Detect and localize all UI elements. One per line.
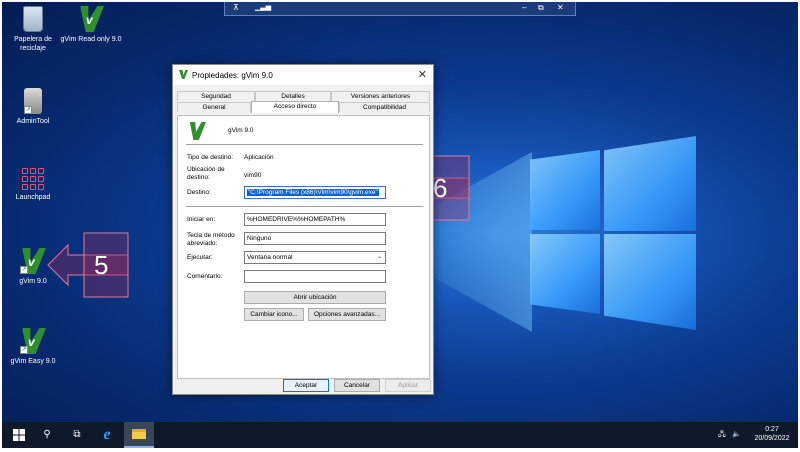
tab-versiones-anteriores[interactable]: Versiones anteriores xyxy=(331,91,430,101)
callout-number: 5 xyxy=(94,250,109,280)
clock-date: 20/09/2022 xyxy=(754,435,790,442)
taskbar: ⚲ ⧉ e 🖧 🔈 0:27 20/09/2022 xyxy=(2,422,798,448)
comentario-label: Comentario: xyxy=(187,273,223,280)
shortcut-tab-panel: gVim 9.0 Tipo de destino: Aplicación Ubi… xyxy=(177,115,430,379)
desktop-icon-recycle-bin[interactable]: Papelera de reciclaje xyxy=(2,6,64,53)
tipo-destino-label: Tipo de destino: xyxy=(187,154,234,161)
tab-acceso-directo[interactable]: Acceso directo xyxy=(251,101,339,113)
admintool-icon: ↗ xyxy=(24,88,42,114)
desktop-icon-gvim-easy[interactable]: v ↗ gVim Easy 9.0 xyxy=(2,328,64,366)
ejecutar-label: Ejecutar: xyxy=(187,254,213,261)
wallpaper-pane xyxy=(530,234,600,314)
desktop-icon-label: gVim 9.0 xyxy=(19,278,47,285)
dialog-title: Propiedades: gVim 9.0 xyxy=(192,71,273,80)
close-icon[interactable]: ✕ xyxy=(557,3,564,12)
tab-detalles[interactable]: Detalles xyxy=(255,91,331,101)
task-view-button[interactable]: ⧉ xyxy=(62,422,92,448)
callout-step-5: 5 xyxy=(46,232,130,298)
launchpad-icon xyxy=(22,168,44,190)
internet-explorer-icon: e xyxy=(103,426,111,443)
tab-compatibilidad[interactable]: Compatibilidad xyxy=(339,102,430,112)
destino-field[interactable]: "C:\Program Files (x86)\Vim\vim90\gvim.e… xyxy=(244,186,386,199)
destino-label: Destino: xyxy=(187,189,211,196)
tab-row-bottom: General Acceso directo Compatibilidad xyxy=(177,101,430,113)
app-name: gVim 9.0 xyxy=(228,127,254,134)
abrir-ubicacion-button[interactable]: Abrir ubicación xyxy=(244,291,386,304)
aceptar-button[interactable]: Aceptar xyxy=(283,379,329,392)
callout-arrow-shape xyxy=(47,232,129,298)
desktop-icon-admintool[interactable]: ↗ AdminTool xyxy=(2,88,64,126)
minimize-icon[interactable]: – xyxy=(522,3,526,12)
callout-number: 6 xyxy=(433,173,448,203)
gvim-icon xyxy=(189,122,206,140)
task-view-icon: ⧉ xyxy=(73,429,81,440)
volume-icon[interactable]: 🔈 xyxy=(732,430,741,438)
iniciar-en-field[interactable]: %HOMEDRIVE%%HOMEPATH% xyxy=(244,213,386,226)
ejecutar-select[interactable]: Ventana normal ⌄ xyxy=(244,251,386,264)
clock-time: 0:27 xyxy=(765,426,779,433)
gvim-icon xyxy=(179,70,188,79)
tecla-metodo-label: Tecla de método abreviado: xyxy=(187,232,235,247)
search-icon: ⚲ xyxy=(43,429,51,440)
iniciar-en-value: %HOMEDRIVE%%HOMEPATH% xyxy=(247,216,346,223)
ejecutar-value: Ventana normal xyxy=(247,254,293,261)
tipo-destino-value: Aplicación xyxy=(244,154,274,161)
search-button[interactable]: ⚲ xyxy=(32,422,62,448)
divider xyxy=(186,144,423,145)
pin-icon[interactable]: ⊼ xyxy=(233,3,239,12)
wallpaper-pane xyxy=(604,234,696,330)
tab-general[interactable]: General xyxy=(177,102,251,112)
destino-value: "C:\Program Files (x86)\Vim\vim90\gvim.e… xyxy=(247,189,379,196)
properties-dialog: Propiedades: gVim 9.0 ✕ Seguridad Detall… xyxy=(172,64,434,395)
dialog-title-bar[interactable]: Propiedades: gVim 9.0 ✕ xyxy=(173,65,433,85)
desktop: ⊼ ▁▃▅ – ⧉ ✕ Papelera de reciclaje v gVim… xyxy=(2,2,798,448)
start-button[interactable] xyxy=(4,422,34,448)
desktop-icon-label: AdminTool xyxy=(16,118,50,125)
signal-icon: ▁▃▅ xyxy=(255,4,272,11)
remote-connection-bar[interactable]: ⊼ ▁▃▅ – ⧉ ✕ xyxy=(224,2,576,16)
wallpaper-pane xyxy=(604,136,696,231)
ubicacion-destino-label: Ubicación de destino: xyxy=(187,166,225,181)
ubicacion-destino-value: vim90 xyxy=(244,172,262,179)
desktop-icon-label: gVim Easy 9.0 xyxy=(10,358,56,365)
opciones-avanzadas-button[interactable]: Opciones avanzadas... xyxy=(308,308,386,321)
tab-row-top: Seguridad Detalles Versiones anteriores xyxy=(177,91,430,101)
tecla-metodo-value: Ninguno xyxy=(247,235,272,242)
restore-icon[interactable]: ⧉ xyxy=(538,3,544,13)
desktop-icon-label: gVim Read only 9.0 xyxy=(60,36,122,43)
taskbar-internet-explorer[interactable]: e xyxy=(92,422,122,448)
cambiar-icono-button[interactable]: Cambiar icono... xyxy=(244,308,304,321)
cancelar-button[interactable]: Cancelar xyxy=(334,379,380,392)
folder-icon xyxy=(132,429,146,439)
comentario-field[interactable] xyxy=(244,270,386,283)
recycle-bin-icon xyxy=(23,6,43,32)
windows-logo-icon xyxy=(13,429,25,441)
tab-seguridad[interactable]: Seguridad xyxy=(177,91,255,101)
tecla-metodo-field[interactable]: Ninguno xyxy=(244,232,386,245)
taskbar-file-explorer[interactable] xyxy=(124,422,154,448)
aplicar-button[interactable]: Aplicar xyxy=(385,379,431,392)
desktop-icon-label: Papelera de reciclaje xyxy=(14,36,52,52)
divider xyxy=(186,206,423,207)
chevron-down-icon: ⌄ xyxy=(376,254,382,260)
close-icon[interactable]: ✕ xyxy=(418,68,427,81)
clock[interactable]: 0:27 20/09/2022 xyxy=(750,425,794,443)
iniciar-en-label: Iniciar en: xyxy=(187,216,216,223)
gvim-icon: v ↗ xyxy=(20,248,46,274)
desktop-icon-launchpad[interactable]: Launchpad xyxy=(2,168,64,202)
desktop-icon-label: Launchpad xyxy=(15,194,51,201)
network-icon[interactable]: 🖧 xyxy=(718,430,726,441)
gvim-icon: v ↗ xyxy=(20,328,46,354)
gvim-icon: v xyxy=(78,6,104,32)
desktop-icon-gvim-readonly[interactable]: v gVim Read only 9.0 xyxy=(60,6,122,44)
wallpaper-pane xyxy=(530,150,600,230)
